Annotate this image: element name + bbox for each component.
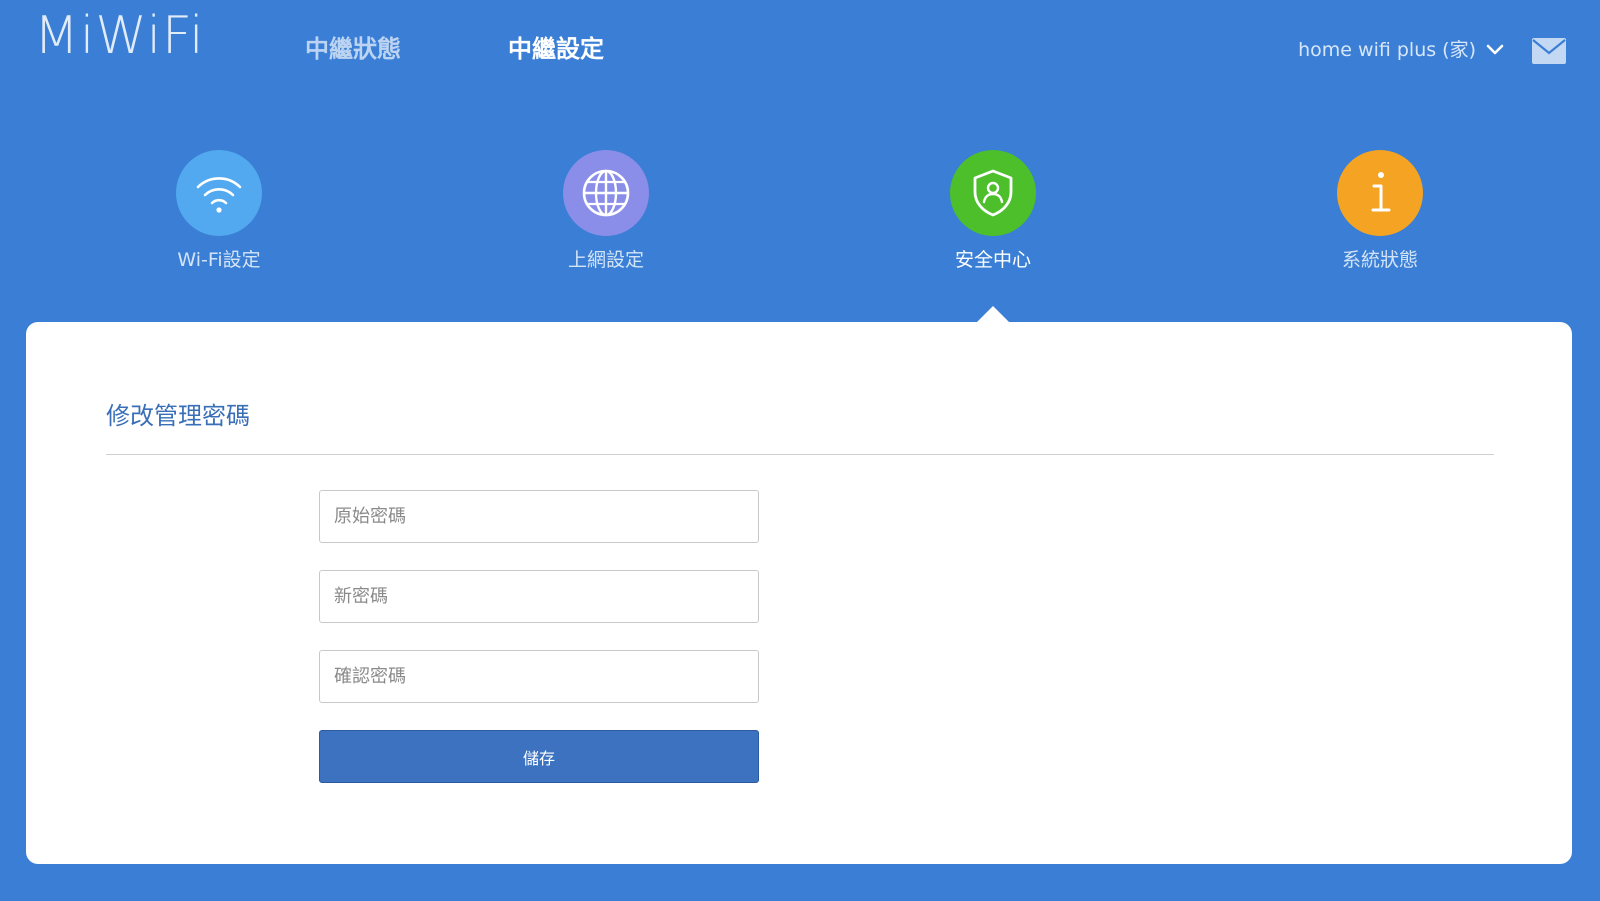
- save-button[interactable]: 儲存: [319, 730, 759, 783]
- chevron-down-icon: [1486, 44, 1504, 56]
- module-nav: Wi-Fi設定 上網設定 安全中心 系統狀態: [0, 150, 1600, 280]
- device-selector[interactable]: home wifi plus (家): [1298, 36, 1504, 64]
- module-system-status[interactable]: 系統狀態: [1290, 150, 1470, 274]
- nav-relay-settings[interactable]: 中繼設定: [508, 33, 604, 65]
- module-internet-settings[interactable]: 上網設定: [516, 150, 696, 274]
- change-password-panel: 修改管理密碼 儲存: [26, 322, 1572, 864]
- panel-divider: [106, 454, 1494, 455]
- module-wifi-settings[interactable]: Wi-Fi設定: [129, 150, 309, 274]
- globe-icon: [563, 150, 649, 236]
- panel-title: 修改管理密碼: [106, 402, 250, 430]
- confirm-password-input[interactable]: [319, 650, 759, 703]
- module-label: Wi-Fi設定: [177, 249, 261, 271]
- old-password-input[interactable]: [319, 490, 759, 543]
- module-label: 系統狀態: [1341, 249, 1418, 271]
- miwifi-logo[interactable]: MiWiFi: [34, 6, 205, 66]
- nav-relay-status[interactable]: 中繼狀態: [305, 33, 401, 65]
- device-name: home wifi plus (家): [1298, 39, 1476, 61]
- shield-user-icon: [950, 150, 1036, 236]
- module-label: 安全中心: [954, 249, 1031, 271]
- info-icon: [1337, 150, 1423, 236]
- module-label: 上網設定: [567, 249, 644, 271]
- new-password-input[interactable]: [319, 570, 759, 623]
- wifi-icon: [176, 150, 262, 236]
- top-bar: MiWiFi 中繼狀態 中繼設定 home wifi plus (家): [0, 0, 1600, 100]
- mail-icon[interactable]: [1532, 38, 1566, 64]
- module-security-center[interactable]: 安全中心: [903, 150, 1083, 274]
- active-module-pointer: [976, 306, 1010, 323]
